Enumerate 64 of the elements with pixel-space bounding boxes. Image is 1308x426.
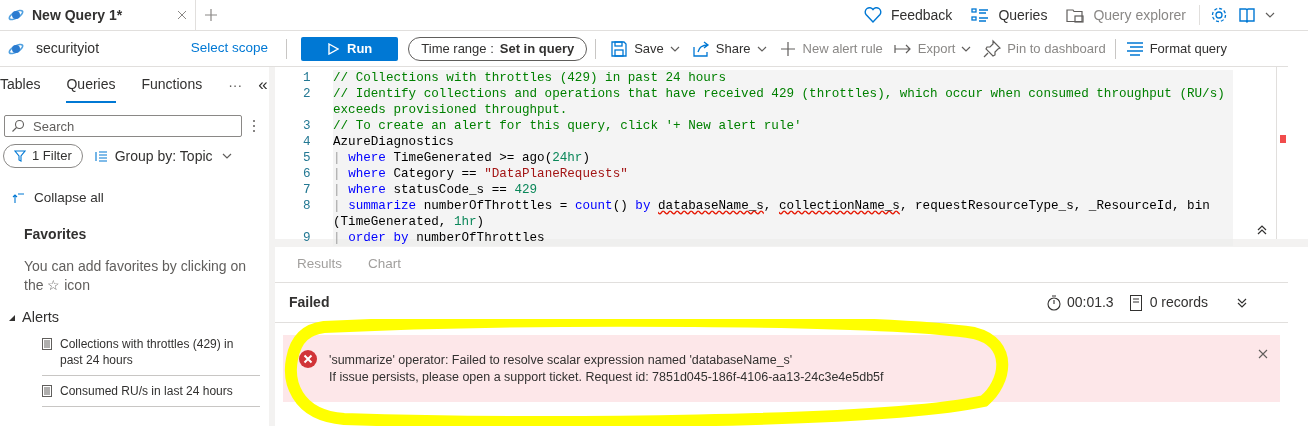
pin-icon [982, 38, 1003, 59]
more-button[interactable]: ··· [228, 74, 243, 96]
document-icon [1129, 294, 1142, 311]
toolbar-button[interactable]: Queries [961, 0, 1057, 30]
group-by-dropdown[interactable]: Group by: Topic [94, 145, 233, 167]
play-icon [327, 42, 339, 55]
query-list-item[interactable]: Collections with throttles (429) in past 24 hours [42, 329, 260, 376]
line-number: 5 [303, 150, 312, 166]
section-heading: Favorites [24, 225, 88, 245]
toolbar-button[interactable]: Feedback [853, 0, 962, 30]
error-icon [299, 350, 317, 368]
close-button[interactable] [1258, 349, 1268, 359]
expand-button[interactable] [1236, 296, 1248, 309]
document-icon [42, 385, 52, 397]
planet-icon [8, 7, 24, 23]
search-field[interactable]: Search [4, 115, 242, 137]
query-duration: 00:01.3 [1066, 293, 1114, 312]
caret-down-icon [8, 314, 16, 323]
line-number: 7 [303, 182, 312, 198]
sidebar-tab[interactable]: Queries [66, 67, 116, 103]
line-number: 8 [303, 198, 312, 215]
query-list-item[interactable]: Consumed RU/s in last 24 hours [42, 376, 260, 407]
tree-group[interactable]: Alerts [8, 307, 269, 329]
book-icon [1238, 6, 1256, 24]
query-status: Failed [289, 293, 330, 312]
error-message: 'summarize' operator: Failed to resolve scalar expression named 'databaseName_s' [329, 352, 794, 369]
favorites-hint: You can add favorites by clicking on the ☆ icon [24, 257, 248, 296]
collapse-editor-button[interactable] [1256, 224, 1268, 236]
list-icon [970, 5, 991, 25]
toolbar-button[interactable]: Share [685, 38, 773, 59]
line-number: 9 [303, 230, 312, 246]
search-icon [11, 119, 25, 133]
sidebar-tab[interactable]: Tables [0, 67, 41, 103]
line-number: 3 [303, 118, 312, 134]
collapse-button[interactable]: « [258, 72, 268, 98]
run-button[interactable]: Run [301, 36, 399, 61]
double-chevron-up-icon [1256, 224, 1268, 236]
stopwatch-icon [1046, 294, 1061, 311]
line-number: 4 [303, 134, 312, 150]
record-count: 0 records [1149, 293, 1208, 312]
line-number: 1 [303, 70, 312, 86]
line-number: 6 [303, 166, 312, 182]
error-marker [1280, 135, 1286, 143]
double-chevron-down-icon [1236, 296, 1248, 309]
document-icon [42, 338, 52, 350]
code-editor[interactable] [275, 67, 1308, 247]
more-vertical-icon [252, 119, 256, 133]
filter-icon [14, 150, 26, 162]
heart-icon [862, 5, 883, 25]
workspace-name: securityiot [36, 39, 100, 58]
toolbar-button[interactable]: Format query [1119, 38, 1232, 59]
plus-icon [204, 8, 218, 22]
error-detail: If issue persists, please open a support ticket. Request id: 7851d045-186f-4106-aa13-24c3e4e5db5f [329, 369, 884, 386]
line-number: 2 [303, 86, 312, 103]
list-icon [94, 150, 107, 162]
settings-icon [1210, 6, 1228, 24]
close-icon [177, 10, 187, 20]
collapse-all-button[interactable]: Collapse all [12, 188, 269, 209]
collapse-icon [12, 192, 24, 205]
sidebar-tab[interactable]: Functions [141, 67, 203, 103]
select-scope-link[interactable]: Select scope [190, 38, 268, 59]
close-icon [1258, 349, 1268, 359]
toolbar-button[interactable]: Save [604, 38, 686, 59]
save-icon [609, 38, 630, 59]
